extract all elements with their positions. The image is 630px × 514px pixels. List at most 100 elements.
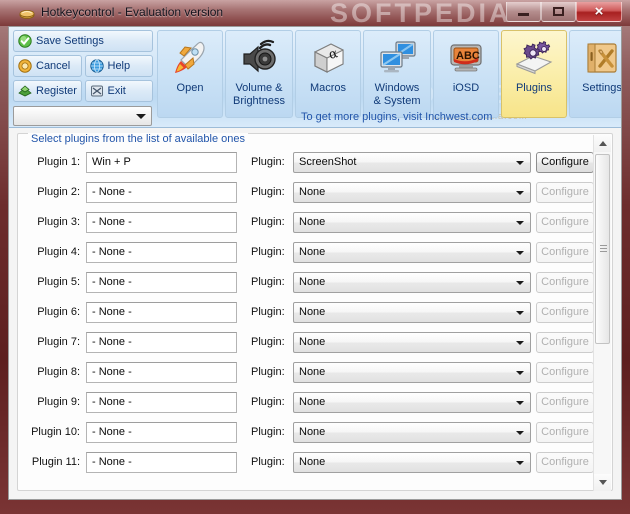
hotkey-input[interactable]: Win + P [86,152,237,173]
command-panel: Save Settings Cancel Help Register Exit [13,30,153,126]
plugin-select-value: None [299,456,326,468]
table-row: Plugin 5: - None - Plugin: None Configure [18,272,594,294]
triangle-up-icon [598,141,607,146]
hotkey-input[interactable]: - None - [86,422,237,443]
plugin-select[interactable]: None [293,422,531,443]
profile-combobox[interactable] [13,106,152,126]
scroll-up-button[interactable] [594,135,611,152]
maximize-button[interactable] [541,2,576,22]
plugins-groupbox: Select plugins from the list of availabl… [17,133,613,491]
tab-open[interactable]: Open [157,30,223,118]
configure-button: Configure [536,212,594,233]
configure-button: Configure [536,332,594,353]
configure-button: Configure [536,422,594,443]
plugins-hint-text: To get more plugins, visit Inchwest.com [301,111,493,123]
cancel-button[interactable]: Cancel [13,55,82,77]
hotkey-input[interactable]: - None - [86,302,237,323]
hotkey-input[interactable]: - None - [86,242,237,263]
hotkey-input[interactable]: - None - [86,272,237,293]
table-row: Plugin 9: - None - Plugin: None Configure [18,392,594,414]
chevron-down-icon [516,221,524,225]
tab-settings-label: Settings [582,82,622,94]
configure-button[interactable]: Configure [536,152,594,173]
register-button[interactable]: Register [13,80,82,102]
hotkey-input[interactable]: - None - [86,332,237,353]
chevron-down-icon [516,401,524,405]
plugin-field-label: Plugin: [251,246,285,258]
tab-macros[interactable]: α Macros [295,30,361,118]
tab-iosd[interactable]: ABC iOSD [433,30,499,118]
window-title: Hotkeycontrol - Evaluation version [41,5,224,19]
tab-plugins-label: Plugins [515,82,553,94]
plugin-select[interactable]: None [293,332,531,353]
tab-plugins[interactable]: Plugins [501,30,567,118]
help-button[interactable]: Help [84,55,153,77]
keycap-alpha-icon: α [306,37,350,79]
plugin-select[interactable]: ScreenShot [293,152,531,173]
plugin-select-value: None [299,216,326,228]
scrollbar-thumb[interactable] [595,154,610,344]
plugin-field-label: Plugin: [251,336,285,348]
plugin-row-label: Plugin 3: [37,216,80,228]
plugin-select-value: None [299,426,326,438]
plugin-field-label: Plugin: [251,366,285,378]
speaker-icon [237,37,281,79]
close-button[interactable]: × [576,2,622,22]
hotkey-input[interactable]: - None - [86,182,237,203]
hotkey-input[interactable]: - None - [86,212,237,233]
plugin-field-label: Plugin: [251,276,285,288]
toolbar: SOFTPEDIA www.softpedia.com Save Setting… [9,27,621,128]
chevron-down-icon [516,251,524,255]
app-icon [19,7,35,20]
scroll-down-button[interactable] [594,474,611,491]
configure-button: Configure [536,302,594,323]
toolbar-tabs: Open Volume & Brightness α Macros Window… [157,30,622,118]
groupbox-title: Select plugins from the list of availabl… [28,133,249,145]
plugin-select-value: None [299,246,326,258]
plugin-select[interactable]: None [293,212,531,233]
abc-icon: ABC [444,37,488,79]
tab-settings[interactable]: Settings [569,30,622,118]
exit-label: Exit [107,85,126,97]
triangle-down-icon [598,480,607,485]
plugin-select-value: None [299,306,326,318]
plugin-select-value: None [299,396,326,408]
plugin-row-label: Plugin 5: [37,276,80,288]
plugin-select[interactable]: None [293,272,531,293]
tab-windows-system[interactable]: Windows & System [363,30,431,118]
plugin-field-label: Plugin: [251,396,285,408]
blue-globe-icon [89,59,104,73]
plugin-select[interactable]: None [293,242,531,263]
plugin-select[interactable]: None [293,392,531,413]
plugin-select[interactable]: None [293,362,531,383]
register-icon [18,84,32,98]
tab-volume-brightness[interactable]: Volume & Brightness [225,30,293,118]
close-icon: × [594,3,604,20]
table-row: Plugin 8: - None - Plugin: None Configure [18,362,594,384]
hotkey-input[interactable]: - None - [86,452,237,473]
plugin-select[interactable]: None [293,182,531,203]
plugin-rows: Plugin 1: Win + P Plugin: ScreenShot Configu… [18,152,594,490]
minimize-button[interactable] [506,2,541,22]
hotkey-input[interactable]: - None - [86,392,237,413]
tab-iosd-label: iOSD [452,82,480,94]
plugin-row-label: Plugin 4: [37,246,80,258]
save-settings-button[interactable]: Save Settings [13,30,153,52]
table-row: Plugin 1: Win + P Plugin: ScreenShot Configu… [18,152,594,174]
chevron-down-icon [516,341,524,345]
plugin-select[interactable]: None [293,302,531,323]
exit-button[interactable]: Exit [84,80,153,102]
configure-button: Configure [536,182,594,203]
plugin-select[interactable]: None [293,452,531,473]
rocket-icon [168,37,212,79]
plugin-select-value: None [299,336,326,348]
plugin-select-value: None [299,276,326,288]
chevron-down-icon [516,161,524,165]
window-controls: × [506,2,622,22]
plugins-scrollbar[interactable] [593,135,611,491]
plugin-row-label: Plugin 1: [37,156,80,168]
hotkey-input[interactable]: - None - [86,362,237,383]
tab-volume-brightness-label: Volume & Brightness [233,82,285,107]
green-check-icon [18,34,32,48]
chevron-down-icon [516,311,524,315]
